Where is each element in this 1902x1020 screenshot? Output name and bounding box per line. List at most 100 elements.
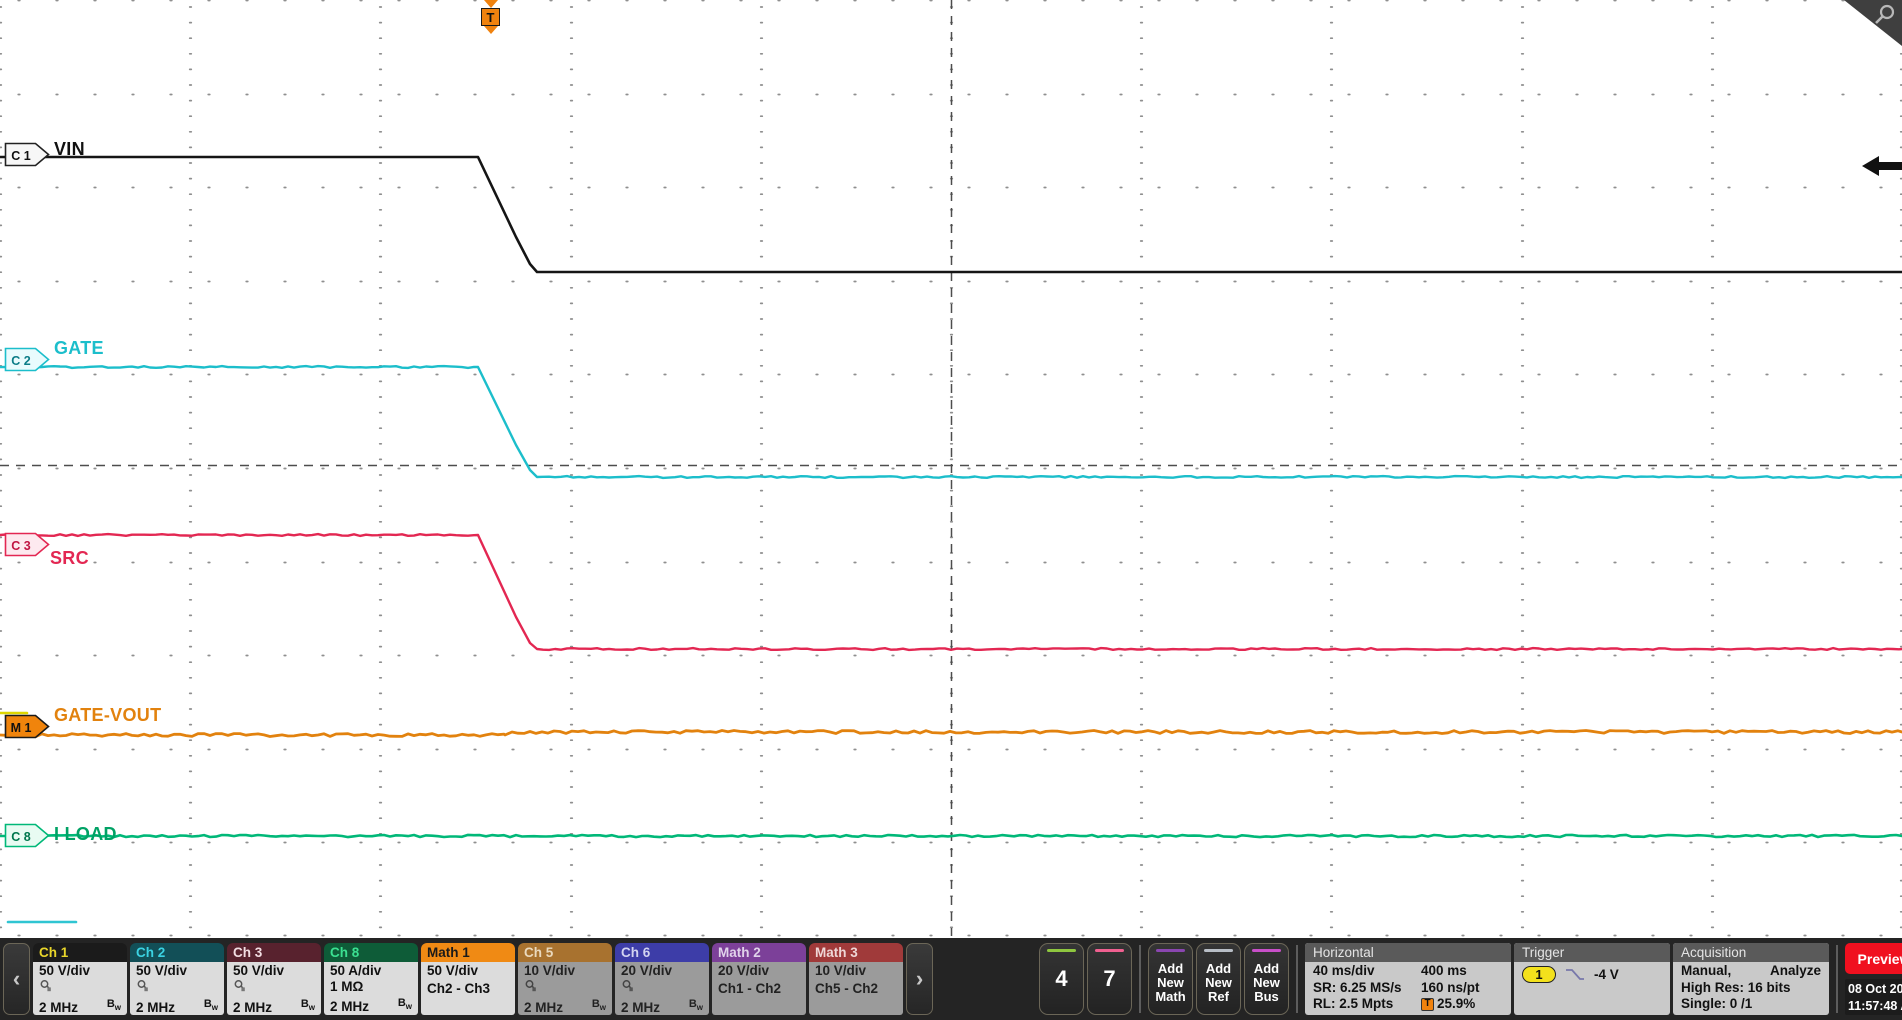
ch4-color-stripe [1047, 949, 1076, 952]
magnifier-icon [1875, 4, 1895, 24]
add-new-ref-button[interactable]: Add New Ref [1196, 943, 1241, 1015]
bandwidth-limit-icon: Bw [397, 997, 412, 1012]
preview-button[interactable]: Preview [1845, 943, 1902, 974]
bandwidth-limit-icon: Bw [203, 998, 218, 1013]
channel-badge-ch1[interactable]: Ch 1 50 V/div 2 MHz Bw [33, 943, 127, 1015]
bandwidth-limit-icon: Bw [591, 998, 606, 1013]
toolbar-divider [1139, 945, 1141, 1013]
toolbar-divider [1836, 945, 1838, 1013]
wave-name-vin: VIN [54, 138, 85, 159]
math3-scale: 10 V/div [815, 963, 867, 978]
add-new-math-button[interactable]: Add New Math [1148, 943, 1193, 1015]
wave-name-src: SRC [50, 548, 89, 568]
wave-name-gate: GATE [54, 337, 104, 358]
acq-resolution: High Res: 16 bits [1681, 979, 1791, 995]
ch8-scale: 50 A/div [330, 963, 382, 978]
probe-icon [621, 979, 703, 996]
channel-badge-ch2[interactable]: Ch 2 50 V/div 2 MHz Bw [130, 943, 224, 1015]
trigger-marker-bottom-arrow-icon [483, 26, 498, 34]
waveform-display: T C 1 VIN C 2 GATE C 3 SRC M 1 GATE-VOUT… [0, 0, 1902, 938]
math1-scale: 50 V/div [427, 963, 479, 978]
horizontal-panel[interactable]: Horizontal 40 ms/div 400 ms SR: 6.25 MS/… [1305, 943, 1511, 1015]
channel-badge-ch6[interactable]: Ch 6 20 V/div 2 MHz Bw [615, 943, 709, 1015]
probe-icon [39, 979, 121, 996]
channel-tag-c1: C 1 [4, 142, 50, 167]
ch3-bandwidth: 2 MHz [233, 1000, 273, 1015]
channel-tag-m1: M 1 [4, 714, 50, 739]
math3-source: Ch5 - Ch2 [815, 981, 879, 996]
wave-label-src[interactable]: C 3 SRC [4, 520, 89, 569]
wave-label-gate[interactable]: C 2 GATE [4, 338, 104, 373]
ch6-bandwidth: 2 MHz [621, 1000, 661, 1015]
math1-source: Ch2 - Ch3 [427, 981, 491, 996]
probe-icon [524, 979, 606, 996]
channel-7-button[interactable]: 7 [1087, 943, 1132, 1015]
math2-scale: 20 V/div [718, 963, 770, 978]
svg-text:C 1: C 1 [11, 149, 31, 163]
channel-4-button[interactable]: 4 [1039, 943, 1084, 1015]
wave-label-vin[interactable]: C 1 VIN [4, 138, 85, 168]
horizontal-scale: 40 ms/div [1313, 963, 1375, 978]
wave-label-iload[interactable]: C 8 I LOAD [4, 823, 117, 849]
ref-color-stripe [1204, 949, 1233, 952]
record-length: RL: 2.5 Mpts [1313, 996, 1394, 1011]
acquisition-panel[interactable]: Acquisition Manual, Analyze High Res: 16… [1673, 943, 1829, 1015]
trigger-marker-top-arrow-icon [483, 0, 498, 8]
graticule-and-traces [0, 0, 1902, 937]
trigger-t-icon: T [481, 8, 500, 26]
oscilloscope-screen: T C 1 VIN C 2 GATE C 3 SRC M 1 GATE-VOUT… [0, 0, 1902, 1020]
channel-badge-math2[interactable]: Math 2 20 V/div Ch1 - Ch2 [712, 943, 806, 1015]
trace-i-load [0, 833, 1902, 839]
channel-badge-ch8[interactable]: Ch 8 50 A/div 1 MΩ 2 MHz Bw [324, 943, 418, 1015]
ch1-bandwidth: 2 MHz [39, 1000, 79, 1015]
wave-label-gate-vout[interactable]: M 1 GATE-VOUT [4, 705, 161, 740]
trigger-t-mini-icon: T [1421, 997, 1434, 1011]
svg-text:C 8: C 8 [11, 830, 31, 844]
bottom-toolbar: ‹ Ch 1 50 V/div 2 MHz Bw Ch 2 50 V/div 2… [0, 938, 1902, 1020]
channel-badge-math1[interactable]: Math 1 50 V/div Ch2 - Ch3 [421, 943, 515, 1015]
svg-text:C 2: C 2 [11, 354, 31, 368]
add-new-bus-button[interactable]: Add New Bus [1244, 943, 1289, 1015]
probe-icon [136, 979, 218, 996]
scroll-right-button[interactable]: › [906, 943, 933, 1015]
ch7-color-stripe [1095, 949, 1124, 952]
time-text: 11:57:48 AM [1848, 999, 1902, 1013]
ch2-scale: 50 V/div [136, 963, 188, 978]
bandwidth-limit-icon: Bw [106, 998, 121, 1013]
math-color-stripe [1156, 949, 1185, 952]
falling-edge-icon [1566, 969, 1584, 980]
scroll-left-button[interactable]: ‹ [3, 943, 30, 1015]
datetime-display[interactable]: 08 Oct 2024 11:57:48 AM [1845, 979, 1902, 1015]
sample-resolution: 160 ns/pt [1421, 979, 1480, 995]
channel-tag-c8: C 8 [4, 823, 50, 848]
wave-name-gate-vout: GATE-VOUT [54, 704, 162, 725]
ch6-scale: 20 V/div [621, 963, 673, 978]
acq-mode: Manual, [1681, 963, 1732, 978]
trigger-panel[interactable]: Trigger 1 -4 V [1514, 943, 1670, 1015]
trigger-level: -4 V [1594, 967, 1619, 982]
trigger-position-marker[interactable]: T [481, 0, 500, 34]
bandwidth-limit-icon: Bw [688, 998, 703, 1013]
trigger-position-percent: 25.9% [1437, 996, 1476, 1011]
math2-source: Ch1 - Ch2 [718, 981, 782, 996]
channel-badge-ch3[interactable]: Ch 3 50 V/div 2 MHz Bw [227, 943, 321, 1015]
probe-icon [233, 979, 315, 996]
trigger-level-arrow-icon[interactable] [1860, 152, 1902, 180]
channel-tag-c2: C 2 [4, 347, 50, 372]
bandwidth-limit-icon: Bw [300, 998, 315, 1013]
ch1-scale: 50 V/div [39, 963, 91, 978]
wave-name-iload: I LOAD [54, 823, 117, 844]
ch8-impedance: 1 MΩ [330, 979, 364, 994]
acq-single-count: Single: 0 /1 [1681, 996, 1753, 1011]
ch5-bandwidth: 2 MHz [524, 1000, 564, 1015]
trigger-source-badge: 1 [1522, 966, 1556, 983]
horizontal-span: 400 ms [1421, 963, 1467, 978]
channel-tag-c3: C 3 [4, 532, 50, 556]
date-text: 08 Oct 2024 [1848, 982, 1902, 996]
channel-badge-math3[interactable]: Math 3 10 V/div Ch5 - Ch2 [809, 943, 903, 1015]
bus-color-stripe [1252, 949, 1281, 952]
channel-badge-ch5[interactable]: Ch 5 10 V/div 2 MHz Bw [518, 943, 612, 1015]
ch8-bandwidth: 2 MHz [330, 999, 370, 1015]
sample-rate: SR: 6.25 MS/s [1313, 979, 1402, 995]
trace-gate-vout [0, 729, 1902, 738]
